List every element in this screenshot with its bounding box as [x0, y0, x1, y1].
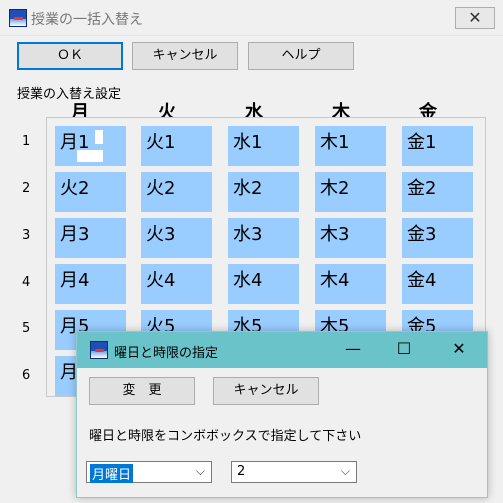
- maximize-button[interactable]: ☐: [382, 332, 426, 368]
- cell-wed-1[interactable]: 水1: [228, 126, 299, 166]
- minimize-button[interactable]: —: [331, 332, 375, 368]
- dialog-title: 曜日と時限の指定: [114, 346, 219, 361]
- cell-fri-4[interactable]: 金4: [402, 264, 473, 304]
- close-button[interactable]: ✕: [455, 7, 495, 29]
- dialog-cancel-button[interactable]: キャンセル: [213, 377, 319, 405]
- text-caret: [77, 150, 103, 162]
- row-label-6: 6: [22, 368, 31, 383]
- app-icon: [9, 9, 27, 27]
- change-button[interactable]: 変 更: [89, 377, 195, 405]
- day-combobox[interactable]: 月曜日 ⌵: [86, 461, 212, 483]
- cell-wed-4[interactable]: 水4: [228, 264, 299, 304]
- cell-tue-4[interactable]: 火4: [141, 264, 212, 304]
- cell-wed-3[interactable]: 水3: [228, 218, 299, 258]
- chevron-down-icon: ⌵: [340, 464, 350, 478]
- instruction-text: 曜日と時限をコンボボックスで指定して下さい: [89, 429, 362, 444]
- ok-button[interactable]: ＯＫ: [17, 42, 123, 70]
- cell-fri-3[interactable]: 金3: [402, 218, 473, 258]
- row-label-5: 5: [22, 321, 31, 336]
- cell-tue-1[interactable]: 火1: [141, 126, 212, 166]
- period-combobox-value: 2: [237, 464, 246, 479]
- main-titlebar: 授業の一括入替え ✕: [0, 0, 503, 36]
- row-label-3: 3: [22, 228, 31, 243]
- cell-mon-3[interactable]: 月3: [55, 218, 126, 258]
- cell-wed-2[interactable]: 水2: [228, 172, 299, 212]
- cell-thu-3[interactable]: 木3: [315, 218, 386, 258]
- dialog-titlebar: 曜日と時限の指定 — ☐ ✕: [77, 332, 487, 368]
- cell-tue-3[interactable]: 火3: [141, 218, 212, 258]
- cell-thu-2[interactable]: 木2: [315, 172, 386, 212]
- cell-thu-4[interactable]: 木4: [315, 264, 386, 304]
- cell-thu-1[interactable]: 木1: [315, 126, 386, 166]
- cell-tue-2[interactable]: 火2: [141, 172, 212, 212]
- help-button[interactable]: ヘルプ: [248, 42, 354, 70]
- cell-fri-1[interactable]: 金1: [402, 126, 473, 166]
- day-combobox-value: 月曜日: [90, 464, 134, 483]
- cell-mon-4[interactable]: 月4: [55, 264, 126, 304]
- period-combobox[interactable]: 2 ⌵: [231, 461, 357, 483]
- text-caret: [95, 130, 103, 144]
- window-title: 授業の一括入替え: [31, 12, 143, 28]
- cell-mon-2[interactable]: 火2: [55, 172, 126, 212]
- row-label-2: 2: [22, 181, 31, 196]
- cell-mon-1[interactable]: 月1: [55, 126, 126, 166]
- dialog-app-icon: [90, 341, 108, 359]
- dialog-close-button[interactable]: ✕: [437, 332, 481, 368]
- day-period-dialog: 曜日と時限の指定 — ☐ ✕ 変 更 キャンセル 曜日と時限をコンボボックスで指…: [76, 331, 488, 498]
- row-label-1: 1: [22, 134, 31, 149]
- cancel-button[interactable]: キャンセル: [132, 42, 238, 70]
- chevron-down-icon: ⌵: [195, 464, 205, 478]
- row-label-4: 4: [22, 275, 31, 290]
- cell-fri-2[interactable]: 金2: [402, 172, 473, 212]
